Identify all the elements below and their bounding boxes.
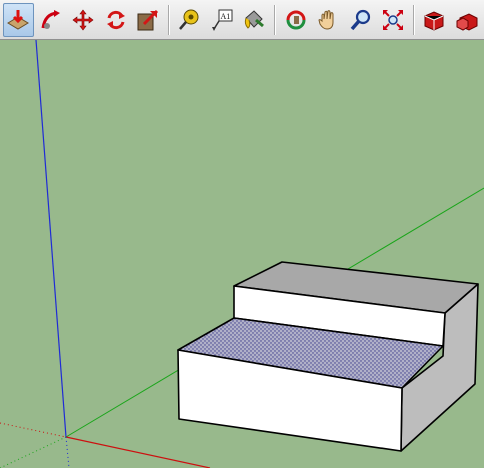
pan-hand-icon xyxy=(318,9,334,30)
select-arrow-icon xyxy=(7,9,30,30)
paint-bucket-icon xyxy=(245,9,265,29)
orbit-icon xyxy=(286,10,306,29)
pan-tool-button[interactable] xyxy=(313,3,343,37)
select-tool-button[interactable] xyxy=(3,2,34,37)
warehouse-icon xyxy=(424,10,444,31)
move-icon xyxy=(72,9,94,30)
3d-viewport[interactable] xyxy=(0,40,484,468)
rotate-icon xyxy=(106,10,125,29)
rotate-tool-button[interactable] xyxy=(100,3,130,37)
move-tool-button[interactable] xyxy=(68,3,98,37)
zoom-extents-tool-button[interactable] xyxy=(378,3,408,37)
model-canvas[interactable] xyxy=(0,40,484,468)
text-tool-button[interactable]: A1 xyxy=(207,3,237,37)
components-button[interactable] xyxy=(452,3,482,37)
zoom-extents-icon xyxy=(382,9,403,30)
toolbar-separator xyxy=(274,4,277,35)
paint-bucket-tool-button[interactable] xyxy=(239,3,269,37)
toolbar-separator xyxy=(168,4,171,35)
blue-axis xyxy=(35,40,67,438)
zoom-tool-button[interactable] xyxy=(345,3,375,37)
orbit-tool-button[interactable] xyxy=(280,3,310,37)
tape-measure-tool-button[interactable] xyxy=(174,3,204,37)
follow-me-tool-button[interactable] xyxy=(36,3,66,37)
text-label-icon: A1 xyxy=(211,9,233,31)
text-tool-label: A1 xyxy=(220,12,230,21)
zoom-icon xyxy=(350,9,370,30)
stairs-model[interactable] xyxy=(177,261,479,452)
toolbar-separator xyxy=(413,4,416,35)
main-toolbar: A1 xyxy=(0,0,484,40)
green-axis-negative xyxy=(0,436,67,468)
components-icon xyxy=(456,12,478,31)
tape-measure-icon xyxy=(179,9,199,30)
warehouse-button[interactable] xyxy=(419,3,449,37)
red-axis xyxy=(65,436,211,468)
blue-axis-negative xyxy=(65,436,70,468)
scale-icon xyxy=(137,9,159,30)
scale-tool-button[interactable] xyxy=(133,3,163,37)
red-axis-negative xyxy=(0,422,67,438)
follow-me-icon xyxy=(41,9,60,29)
